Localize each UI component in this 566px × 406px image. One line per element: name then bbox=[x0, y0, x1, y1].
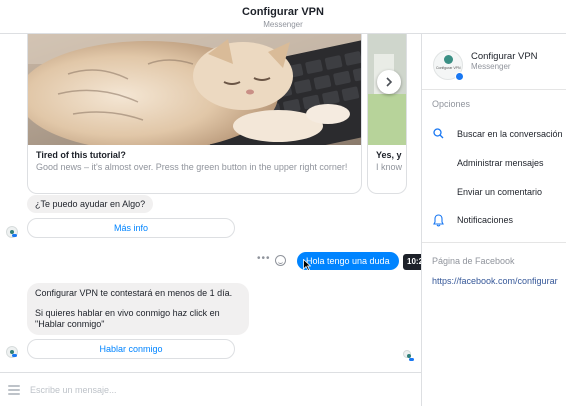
options-heading: Opciones bbox=[432, 99, 471, 109]
conversation-title: Configurar VPN bbox=[242, 6, 324, 18]
more-dots-icon[interactable]: ••• bbox=[257, 253, 271, 264]
more-info-button[interactable]: Más info bbox=[27, 218, 235, 238]
facebook-page-link[interactable]: https://facebook.com/configurar bbox=[432, 276, 558, 286]
profile-avatar[interactable]: Configurar VPN bbox=[433, 50, 464, 81]
message-input[interactable] bbox=[30, 381, 410, 399]
option-search-conversation[interactable]: Buscar en la conversación bbox=[457, 129, 563, 139]
messenger-badge-icon bbox=[455, 72, 464, 81]
card-title: Tired of this tutorial? bbox=[36, 150, 126, 160]
bot-reply-line: Configurar VPN te contestará en menos de… bbox=[35, 288, 233, 298]
timestamp-tooltip: 10:28 bbox=[403, 254, 421, 270]
card-title: Yes, y bbox=[376, 150, 402, 160]
bot-avatar bbox=[6, 346, 18, 358]
conversation-sidebar: Configurar VPN Configurar VPN Messenger … bbox=[421, 34, 566, 406]
talk-to-me-button[interactable]: Hablar conmigo bbox=[27, 339, 235, 359]
conversation-header: Configurar VPN Messenger bbox=[0, 0, 566, 34]
smile-icon[interactable] bbox=[275, 255, 286, 266]
avatar-label: Configurar VPN bbox=[436, 66, 461, 70]
kitten-image bbox=[28, 34, 361, 145]
profile-subtitle: Messenger bbox=[471, 62, 511, 71]
card-subtitle: I know bbox=[376, 162, 403, 172]
bell-icon bbox=[433, 214, 444, 227]
bot-message: Configurar VPN te contestará en menos de… bbox=[27, 283, 249, 335]
option-manage-messages[interactable]: Administrar mensajes bbox=[457, 158, 544, 168]
option-notifications[interactable]: Notificaciones bbox=[457, 215, 513, 225]
carousel-card[interactable]: Yes, y I know bbox=[367, 34, 407, 194]
conversation-subtitle: Messenger bbox=[263, 20, 303, 29]
chevron-right-icon[interactable] bbox=[377, 70, 401, 94]
menu-icon[interactable] bbox=[8, 385, 20, 395]
message-composer bbox=[0, 372, 421, 406]
card-subtitle: Good news – it's almost over. Press the … bbox=[36, 162, 348, 172]
search-icon bbox=[433, 128, 444, 139]
profile-name[interactable]: Configurar VPN bbox=[471, 51, 538, 62]
user-message: Hola tengo una duda bbox=[297, 252, 399, 270]
carousel-card[interactable]: Tired of this tutorial? Good news – it's… bbox=[27, 34, 362, 194]
divider bbox=[422, 242, 566, 243]
bot-reply-line: Si quieres hablar en vivo conmigo haz cl… bbox=[35, 308, 220, 329]
facebook-page-heading: Página de Facebook bbox=[432, 256, 515, 266]
divider bbox=[422, 89, 566, 90]
bot-avatar bbox=[6, 226, 18, 238]
mouse-cursor-icon bbox=[303, 259, 311, 271]
message-thread[interactable]: Tired of this tutorial? Good news – it's… bbox=[0, 34, 421, 372]
read-receipt-avatar bbox=[403, 350, 414, 361]
option-send-feedback[interactable]: Enviar un comentario bbox=[457, 187, 542, 197]
bot-message: ¿Te puedo ayudar en Algo? bbox=[27, 195, 154, 213]
